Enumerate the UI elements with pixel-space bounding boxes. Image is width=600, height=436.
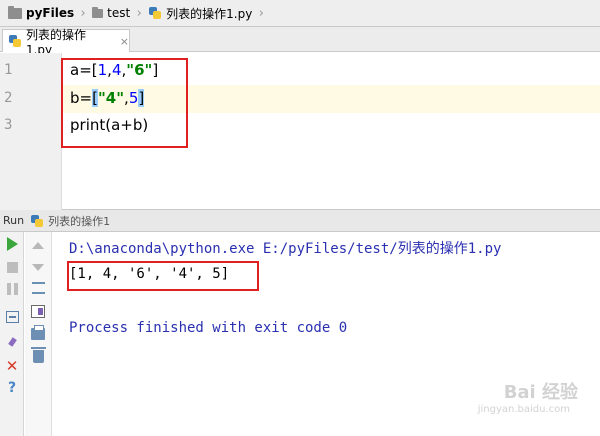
code-editor[interactable]: 1 2 3 a=[1,4,"6"] b=["4",5] print(a+b) <box>0 53 600 184</box>
arrow-down-icon <box>32 263 44 271</box>
python-file-icon <box>30 214 44 228</box>
help-button[interactable]: ? <box>2 379 22 397</box>
watermark-logo: Bai 经验 <box>503 382 578 403</box>
breadcrumb-label: pyFiles <box>26 6 75 20</box>
close-run-button[interactable]: ✕ <box>2 357 22 375</box>
editor-tab-label: 列表的操作1.py <box>25 27 86 57</box>
chevron-right-icon: › <box>136 5 142 21</box>
print-button[interactable] <box>28 325 48 343</box>
console-exit-line: Process finished with exit code 0 <box>69 320 348 336</box>
folder-icon <box>8 5 22 19</box>
code-highlight-box <box>61 58 188 148</box>
line-number: 2 <box>4 90 13 106</box>
scroll-to-end-button[interactable] <box>28 302 48 320</box>
breadcrumb-label: 列表的操作1.py <box>166 6 253 21</box>
pin-icon <box>6 338 18 350</box>
run-config-tab[interactable]: 列表的操作1 <box>48 213 110 229</box>
pin-button[interactable] <box>2 335 22 353</box>
breadcrumb: pyFiles › test › 列表的操作1.py › <box>0 0 600 27</box>
editor-tab-bar: 列表的操作1.py × <box>0 27 600 57</box>
run-toolbar: ✕ ? <box>0 232 24 436</box>
help-icon: ? <box>7 380 17 396</box>
play-icon <box>6 237 18 251</box>
chevron-right-icon: › <box>80 5 86 21</box>
breadcrumb-item-pyfiles[interactable]: pyFiles <box>4 0 78 27</box>
stop-icon <box>6 261 18 273</box>
scroll-down-button[interactable] <box>28 258 48 276</box>
soft-wrap-button[interactable] <box>28 279 48 297</box>
python-file-icon <box>148 6 162 20</box>
chevron-right-icon: › <box>258 5 264 21</box>
console-command-line: D:\anaconda\python.exe E:/pyFiles/test/列… <box>69 241 502 257</box>
line-number: 3 <box>4 117 13 133</box>
folder-icon <box>92 6 104 18</box>
breadcrumb-item-file[interactable]: 列表的操作1.py <box>144 0 256 27</box>
close-icon: ✕ <box>5 356 19 375</box>
layout-icon <box>5 311 19 323</box>
run-title: Run <box>3 214 25 227</box>
arrow-up-icon <box>32 241 44 249</box>
scroll-to-end-icon <box>31 304 45 318</box>
trash-icon <box>30 346 46 363</box>
pause-button[interactable] <box>2 280 22 298</box>
pause-icon <box>6 283 18 295</box>
restore-layout-button[interactable] <box>2 308 22 326</box>
stop-button[interactable] <box>2 258 22 276</box>
soft-wrap-icon <box>31 282 45 294</box>
breadcrumb-item-test[interactable]: test <box>88 0 134 27</box>
output-highlight-box <box>67 261 259 291</box>
editor-empty-area[interactable] <box>0 184 600 210</box>
watermark-url: jingyan.baidu.com <box>477 404 570 415</box>
run-tool-window-header: Run 列表的操作1 <box>0 210 600 232</box>
editor-tab-file[interactable]: 列表的操作1.py × <box>2 28 130 57</box>
close-icon[interactable]: × <box>120 35 129 48</box>
line-number-gutter <box>0 184 62 210</box>
line-number: 1 <box>4 62 13 78</box>
clear-all-button[interactable] <box>28 346 48 365</box>
line-number-gutter: 1 2 3 <box>0 53 62 184</box>
rerun-button[interactable] <box>2 235 22 253</box>
scroll-up-button[interactable] <box>28 236 48 254</box>
printer-icon <box>31 325 45 340</box>
breadcrumb-label: test <box>107 6 131 20</box>
python-file-icon <box>8 34 22 48</box>
console-toolbar <box>25 232 52 436</box>
